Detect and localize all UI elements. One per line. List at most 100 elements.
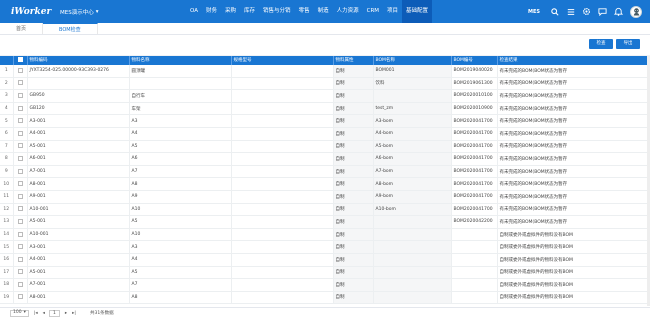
nav-item[interactable]: 零售 bbox=[295, 0, 314, 23]
column-header[interactable]: 检查结果 bbox=[497, 56, 650, 65]
app-switcher[interactable]: MES演示中心 ▾ bbox=[60, 8, 98, 16]
gear-icon[interactable] bbox=[582, 7, 591, 16]
row-checkbox[interactable] bbox=[13, 177, 28, 191]
column-header[interactable]: BOM编号 bbox=[451, 56, 498, 65]
table-row[interactable]: 2 自制 饮料 BOM2019061300 有未完成的BOM(BOM状态为暂存 bbox=[0, 77, 650, 91]
table-row[interactable]: 9 A7-001 A7 自制 A7-bom BOM2020041700 有未完成的BOM(B… bbox=[0, 165, 650, 179]
page-size-select[interactable]: 100 ▾ bbox=[10, 309, 29, 317]
notification-icon[interactable] bbox=[614, 7, 623, 16]
table-row[interactable]: 18 A7-001 A7 自制 自制或委外或虚拟件的物料没有BOM bbox=[0, 278, 650, 292]
row-checkbox[interactable] bbox=[13, 77, 28, 91]
table-row[interactable]: 4 GB120 车架 自制 test_zm BOM2020010900 有未完成的BOM(B… bbox=[0, 102, 650, 116]
nav-item[interactable]: 财务 bbox=[202, 0, 221, 23]
column-header[interactable]: 物料编码 bbox=[27, 56, 130, 65]
index-header bbox=[0, 56, 14, 65]
menu-icon[interactable] bbox=[566, 7, 575, 16]
nav-item[interactable]: 项目 bbox=[383, 0, 402, 23]
row-index: 8 bbox=[0, 152, 14, 166]
export-button[interactable]: 导出 bbox=[616, 39, 640, 49]
row-checkbox[interactable] bbox=[13, 240, 28, 254]
table-row[interactable]: 1 JYXT3254-025.00000-93C393-0276 圆顶罐 自制 BOM0… bbox=[0, 64, 650, 78]
table-row[interactable]: 7 A5-001 A5 自制 A5-bom BOM2020041700 有未完成的BOM(B… bbox=[0, 140, 650, 154]
table-row[interactable]: 17 A5-001 A5 自制 自制或委外或虚拟件的物料没有BOM bbox=[0, 266, 650, 280]
row-checkbox[interactable] bbox=[13, 203, 28, 217]
first-page-icon[interactable]: |◂ bbox=[34, 311, 38, 316]
table-row[interactable]: 14 A10-001 A10 自制 自制或委外或虚拟件的物料没有BOM bbox=[0, 228, 650, 242]
column-header[interactable]: BOM名称 bbox=[373, 56, 452, 65]
select-all-checkbox[interactable] bbox=[13, 56, 28, 65]
cell-attr: 自制 bbox=[333, 165, 374, 179]
row-checkbox[interactable] bbox=[13, 266, 28, 280]
table-row[interactable]: 16 A4-001 A4 自制 自制或委外或虚拟件的物料没有BOM bbox=[0, 253, 650, 267]
table-row[interactable]: 10 A8-001 A8 自制 A8-bom BOM2020041700 有未完成的BOM(… bbox=[0, 177, 650, 191]
cell-spec bbox=[231, 89, 334, 103]
nav-item[interactable]: 人力资源 bbox=[333, 0, 363, 23]
cell-bom bbox=[373, 240, 452, 254]
page-tab[interactable]: BOM检查 bbox=[43, 23, 98, 34]
table-row[interactable]: 12 A10-001 A10 自制 A10-bom BOM2020041700 有未完成的B… bbox=[0, 203, 650, 217]
nav-item[interactable]: 制造 bbox=[314, 0, 333, 23]
row-checkbox[interactable] bbox=[13, 291, 28, 305]
row-checkbox[interactable] bbox=[13, 127, 28, 141]
nav-item[interactable]: 采购 bbox=[221, 0, 240, 23]
row-checkbox[interactable] bbox=[13, 64, 28, 78]
nav-item[interactable]: 库存 bbox=[240, 0, 259, 23]
toolbar: 检查 导出 bbox=[0, 35, 650, 55]
cell-code: A4-001 bbox=[27, 253, 130, 267]
cell-code: A5-001 bbox=[27, 266, 130, 280]
row-checkbox[interactable] bbox=[13, 102, 28, 116]
row-index: 18 bbox=[0, 278, 14, 292]
column-header[interactable]: 物料属性 bbox=[333, 56, 374, 65]
search-icon[interactable] bbox=[550, 7, 559, 16]
table-row[interactable]: 19 A8-001 A8 自制 自制或委外或虚拟件的物料没有BOM bbox=[0, 291, 650, 305]
nav-item[interactable]: CRM bbox=[363, 0, 383, 23]
table-row[interactable]: 8 A6-001 A6 自制 A6-bom BOM2020041700 有未完成的BOM(B… bbox=[0, 152, 650, 166]
column-header[interactable]: 规格型号 bbox=[231, 56, 334, 65]
row-checkbox[interactable] bbox=[13, 89, 28, 103]
cell-result: 自制或委外或虚拟件的物料没有BOM bbox=[497, 240, 650, 254]
table-row[interactable]: 5 A3-001 A3 自制 A3-bom BOM2020041700 有未完成的BOM(B… bbox=[0, 114, 650, 128]
cell-attr: 自制 bbox=[333, 253, 374, 267]
cell-bom: 饮料 bbox=[373, 77, 452, 91]
cell-code: A5-001 bbox=[27, 140, 130, 154]
table-row[interactable]: 3 GB950 自行车 自制 BOM2020010100 有未完成的BOM(BOM状态为暂… bbox=[0, 89, 650, 103]
cell-bom: A4-bom bbox=[373, 127, 452, 141]
cell-bomno bbox=[451, 266, 498, 280]
main-nav: OA 财务 采购 库存 销售与分销 零售 制造 人力资源 CRM 项目 基础配置 bbox=[186, 0, 433, 23]
row-checkbox[interactable] bbox=[13, 165, 28, 179]
table-row[interactable]: 13 A5-001 A5 自制 BOM2020042200 有未完成的BOM(BOM状态为… bbox=[0, 215, 650, 229]
user-avatar[interactable] bbox=[630, 5, 642, 18]
row-checkbox[interactable] bbox=[13, 190, 28, 204]
row-checkbox[interactable] bbox=[13, 278, 28, 292]
message-icon[interactable] bbox=[598, 7, 607, 16]
nav-item[interactable]: 销售与分销 bbox=[259, 0, 295, 23]
row-checkbox[interactable] bbox=[13, 228, 28, 242]
next-page-icon[interactable]: ▸ bbox=[65, 311, 67, 316]
row-checkbox[interactable] bbox=[13, 140, 28, 154]
last-page-icon[interactable]: ▸| bbox=[72, 311, 76, 316]
app-logo[interactable]: iWorker bbox=[0, 7, 58, 17]
cell-spec bbox=[231, 291, 334, 305]
table-row[interactable]: 6 A4-001 A4 自制 A4-bom BOM2020041700 有未完成的BOM(B… bbox=[0, 127, 650, 141]
cell-code: A3-001 bbox=[27, 240, 130, 254]
prev-page-icon[interactable]: ◂ bbox=[43, 311, 45, 316]
nav-item[interactable]: OA bbox=[186, 0, 202, 23]
table-row[interactable]: 15 A3-001 A3 自制 自制或委外或虚拟件的物料没有BOM bbox=[0, 240, 650, 254]
row-checkbox[interactable] bbox=[13, 114, 28, 128]
cell-result: 自制或委外或虚拟件的物料没有BOM bbox=[497, 266, 650, 280]
cell-attr: 自制 bbox=[333, 215, 374, 229]
nav-item[interactable]: 基础配置 bbox=[402, 0, 433, 23]
row-checkbox[interactable] bbox=[13, 152, 28, 166]
cell-result: 自制或委外或虚拟件的物料没有BOM bbox=[497, 228, 650, 242]
row-checkbox[interactable] bbox=[13, 253, 28, 267]
page-number-input[interactable]: 1 bbox=[48, 309, 60, 317]
check-button[interactable]: 检查 bbox=[589, 39, 613, 49]
page-tab[interactable]: 首页 bbox=[0, 23, 44, 34]
table-row[interactable]: 11 A9-001 A9 自制 A9-bom BOM2020041700 有未完成的BOM(… bbox=[0, 190, 650, 204]
row-checkbox[interactable] bbox=[13, 215, 28, 229]
row-index: 3 bbox=[0, 89, 14, 103]
cell-bom: A5-bom bbox=[373, 140, 452, 154]
cell-bom: A9-bom bbox=[373, 190, 452, 204]
pagination: 100 ▾ |◂ ◂ 1 ▸ ▸| 共31条数据 bbox=[0, 307, 650, 318]
column-header[interactable]: 物料名称 bbox=[129, 56, 232, 65]
